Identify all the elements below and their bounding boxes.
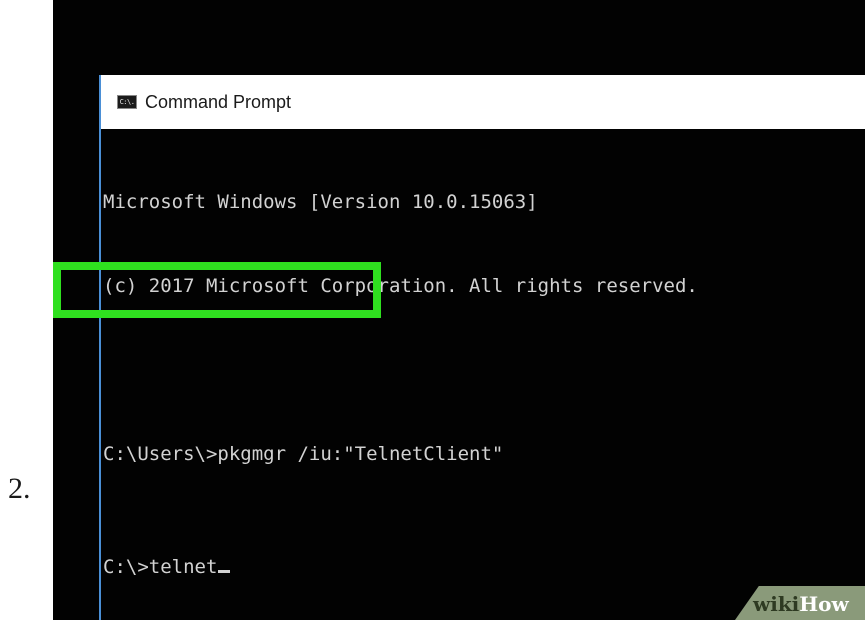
console-line: Microsoft Windows [Version 10.0.15063]: [103, 191, 538, 213]
command-line-input[interactable]: C:\>telnet: [103, 553, 865, 581]
window-title: Command Prompt: [145, 91, 292, 112]
cmd-icon: C:\.: [117, 95, 137, 109]
title-bar[interactable]: C:\. Command Prompt: [101, 75, 865, 129]
text-cursor: [218, 570, 231, 573]
watermark-logo: wikiHow: [705, 586, 865, 620]
step-number: 2.: [8, 472, 31, 505]
console-line: C:\Users\>pkgmgr /iu:"TelnetClient": [103, 443, 504, 465]
watermark-text: wikiHow: [753, 592, 849, 616]
screenshot-frame: C:\. Command Prompt Microsoft Windows [V…: [53, 0, 865, 620]
console-output[interactable]: Microsoft Windows [Version 10.0.15063] (…: [103, 132, 865, 620]
window-border: [99, 75, 101, 620]
highlight-box: [53, 262, 381, 318]
command-text: C:\>telnet: [103, 556, 218, 578]
cmd-icon-text: C:\.: [119, 97, 135, 106]
